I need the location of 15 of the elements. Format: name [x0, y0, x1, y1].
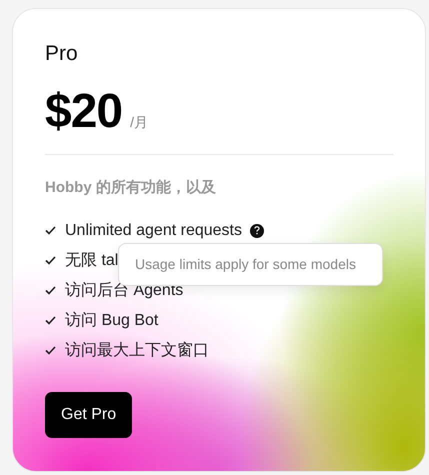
check-icon: [45, 256, 56, 265]
get-pro-button[interactable]: Get Pro: [45, 392, 132, 438]
features-heading: Hobby 的所有功能，以及: [45, 178, 217, 198]
check-icon: [45, 346, 56, 355]
feature-text: 访问最大上下文窗口: [65, 340, 209, 360]
feature-text: 无限 tal: [65, 250, 118, 270]
price-period: /月: [130, 113, 148, 132]
check-icon: [45, 226, 56, 235]
plan-name: Pro: [45, 43, 79, 64]
check-icon: [45, 286, 56, 295]
help-icon[interactable]: [250, 224, 264, 238]
plan-price: $20: [45, 88, 122, 136]
feature-text: 访问 Bug Bot: [65, 310, 158, 330]
feature-text: Unlimited agent requests: [65, 220, 242, 240]
check-icon: [45, 316, 56, 325]
